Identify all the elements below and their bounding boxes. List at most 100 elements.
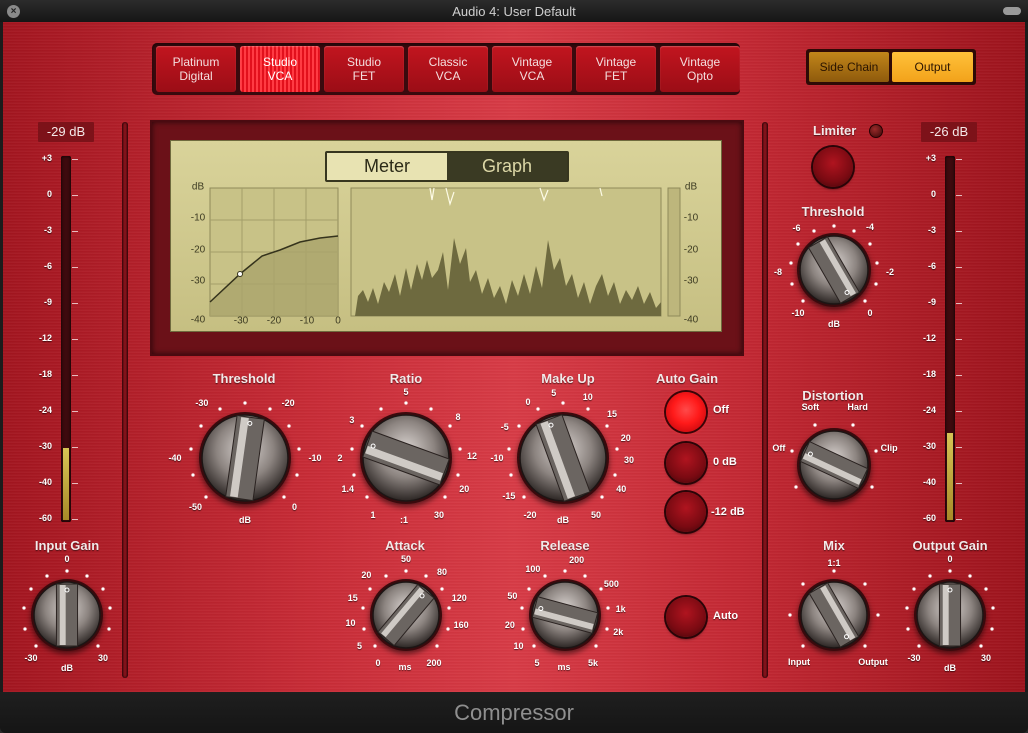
attack-unit: ms: [398, 662, 412, 672]
limiter-led: [869, 124, 883, 138]
meter-scale-label: -30: [38, 441, 52, 451]
meter-scale-label: -18: [38, 369, 52, 379]
tab-graph[interactable]: Graph: [447, 153, 567, 180]
scale-dot: [509, 473, 513, 477]
scale-dot: [440, 587, 444, 591]
model-label: Classic: [428, 55, 468, 69]
scale-dot: [606, 606, 610, 610]
ratio-scale-label: 12: [466, 450, 477, 461]
scale-dot: [199, 424, 202, 428]
routing-selector: Side Chain Output: [806, 49, 976, 85]
attack-knob[interactable]: [367, 576, 445, 654]
model-button-vintage-opto[interactable]: Vintage Opto: [660, 46, 740, 92]
distortion-knob[interactable]: [794, 425, 874, 505]
makeup-scale-label: 50: [590, 510, 602, 521]
meter-scale-tick: [72, 411, 78, 412]
tab-meter[interactable]: Meter: [327, 153, 447, 180]
auto-gain-off-button[interactable]: [666, 392, 706, 432]
model-label: Studio: [262, 55, 298, 69]
meter-scale-label: -24: [38, 405, 52, 415]
scale-dot: [948, 569, 952, 573]
scale-dot: [447, 606, 451, 610]
scale-dot: [876, 613, 880, 617]
side-chain-button[interactable]: Side Chain: [809, 52, 889, 82]
scale-dot: [435, 644, 439, 648]
ratio-scale-label: 20: [459, 483, 470, 494]
auto-release-label: Auto: [713, 610, 739, 622]
scale-dot: [912, 587, 916, 591]
output-gain-title: Output Gain: [912, 538, 988, 553]
distortion-scale-label: Off: [772, 443, 786, 454]
scale-dot: [928, 574, 932, 578]
model-button-vintage-vca[interactable]: Vintage VCA: [492, 46, 572, 92]
model-label: VCA: [267, 69, 293, 83]
scale-dot: [790, 449, 794, 453]
model-label: VCA: [435, 69, 461, 83]
limiter-threshold-scale-label: -8: [774, 266, 783, 277]
scale-dot: [85, 574, 89, 578]
scale-dot: [788, 613, 792, 617]
scale-dot: [443, 495, 447, 499]
release-scale-label: 100: [525, 564, 541, 575]
ratio-knob[interactable]: [357, 409, 455, 507]
ratio-scale-label: 1.4: [341, 483, 354, 494]
auto-gain-minus12db-button[interactable]: [666, 492, 706, 532]
meter-scale-label: -12: [922, 333, 936, 343]
output-button[interactable]: Output: [892, 52, 973, 82]
release-knob[interactable]: [526, 576, 604, 654]
limiter-threshold-scale-label: -2: [885, 266, 894, 277]
ratio-scale-label: 8: [455, 412, 461, 423]
output-gain-knob[interactable]: [911, 576, 989, 654]
limiter-button[interactable]: [813, 147, 853, 187]
limiter-threshold-knob[interactable]: [794, 230, 874, 310]
model-button-classic-vca[interactable]: Classic VCA: [408, 46, 488, 92]
meter-scale-label: -40: [38, 477, 52, 487]
attack-scale-label: 120: [451, 592, 467, 603]
scale-dot: [801, 644, 805, 648]
threshold-knob[interactable]: [196, 409, 294, 507]
auto-release-button[interactable]: [666, 597, 706, 637]
mix-scale-label: Output: [858, 657, 888, 667]
model-label: VCA: [519, 69, 545, 83]
curve-y-axis-label: -30: [190, 275, 206, 287]
attack-scale-label: 20: [361, 570, 372, 581]
mix-scale-label: Input: [788, 657, 810, 667]
model-button-studio-vca[interactable]: Studio VCA: [240, 46, 320, 92]
scale-dot: [968, 574, 972, 578]
right-divider-rail: [762, 122, 768, 678]
attack-scale-label: 10: [345, 617, 356, 628]
model-button-platinum-digital[interactable]: Platinum Digital: [156, 46, 236, 92]
meter-scale-label: -12: [38, 333, 52, 343]
input-gain-knob[interactable]: [28, 576, 106, 654]
limiter-threshold-scale-label: -6: [792, 223, 801, 234]
scale-dot: [65, 569, 69, 573]
makeup-scale-label: 10: [582, 391, 593, 402]
scale-dot: [990, 627, 994, 631]
scale-dot: [189, 447, 193, 451]
scale-dot: [863, 299, 867, 303]
ratio-scale-label: 30: [433, 510, 445, 521]
scale-dot: [852, 229, 856, 233]
model-button-vintage-fet[interactable]: Vintage FET: [576, 46, 656, 92]
input-level-meter: [61, 156, 71, 522]
title-bar: × Audio 4: User Default: [0, 0, 1028, 22]
scale-dot: [863, 582, 867, 586]
scale-dot: [561, 401, 565, 405]
input-level-readout: -29 dB: [38, 122, 94, 142]
auto-gain-off-label: Off: [713, 404, 729, 416]
output-level-fill: [947, 433, 953, 520]
scale-dot: [22, 606, 26, 610]
mix-knob[interactable]: [795, 576, 873, 654]
threshold-handle: [237, 271, 243, 277]
makeup-knob[interactable]: [514, 409, 612, 507]
transfer-curve-panel[interactable]: [209, 187, 339, 317]
toolbar-toggle-button[interactable]: [1003, 7, 1021, 15]
history-y-axis-label: -40: [683, 314, 699, 326]
auto-gain-0db-button[interactable]: [666, 443, 706, 483]
scale-dot: [45, 574, 49, 578]
scale-dot: [287, 424, 291, 428]
output-gain-scale-label: 0: [947, 554, 953, 564]
meter-scale-tick: [72, 267, 78, 268]
model-button-studio-fet[interactable]: Studio FET: [324, 46, 404, 92]
threshold-scale-label: -50: [188, 502, 203, 513]
